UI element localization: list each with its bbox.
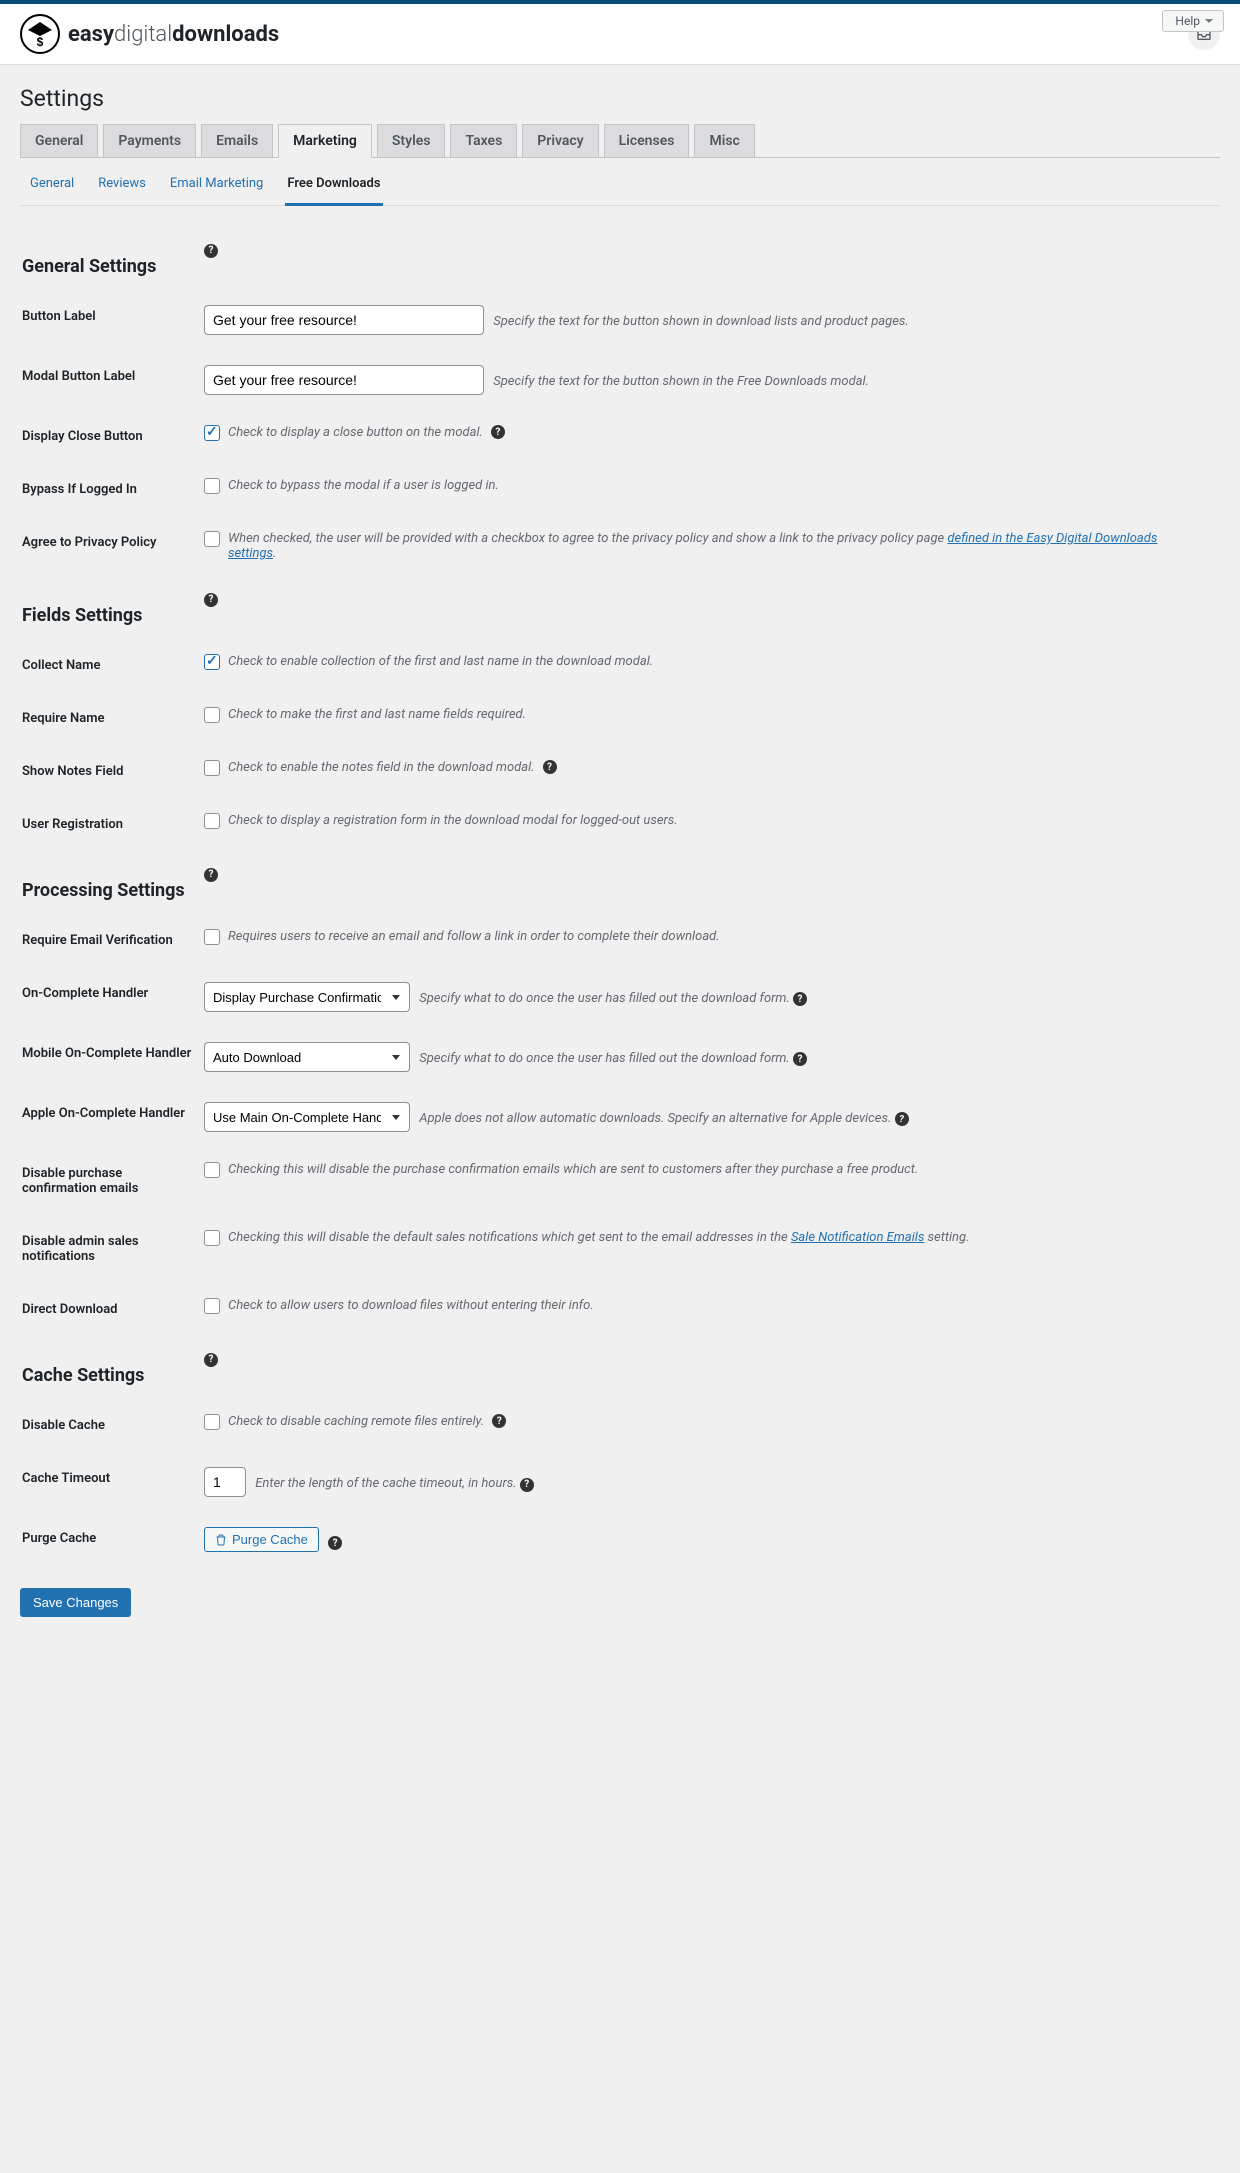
- help-icon[interactable]: ?: [520, 1478, 534, 1492]
- tab-payments[interactable]: Payments: [103, 124, 196, 157]
- help-icon[interactable]: ?: [204, 593, 218, 607]
- svg-text:$: $: [37, 35, 44, 49]
- label-collect-name: Collect Name: [22, 640, 202, 691]
- button-label-desc: Specify the text for the button shown in…: [493, 314, 909, 329]
- label-display-close: Display Close Button: [22, 411, 202, 462]
- help-button[interactable]: Help: [1162, 10, 1224, 32]
- modal-button-label-desc: Specify the text for the button shown in…: [493, 374, 869, 389]
- require-name-checkbox[interactable]: [204, 707, 220, 723]
- disable-purchase-email-desc: Checking this will disable the purchase …: [228, 1162, 918, 1177]
- section-cache: Cache Settings: [22, 1365, 144, 1386]
- label-purge-cache: Purge Cache: [22, 1513, 202, 1566]
- notes-field-desc: Check to enable the notes field in the d…: [228, 760, 535, 775]
- page-title: Settings: [20, 85, 1220, 112]
- label-apple-on-complete: Apple On-Complete Handler: [22, 1088, 202, 1146]
- agree-privacy-desc: When checked, the user will be provided …: [228, 531, 1208, 561]
- sale-notification-link[interactable]: Sale Notification Emails: [791, 1230, 924, 1245]
- label-direct-download: Direct Download: [22, 1284, 202, 1335]
- section-fields: Fields Settings: [22, 605, 142, 626]
- tab-styles[interactable]: Styles: [377, 124, 446, 157]
- help-icon[interactable]: ?: [543, 760, 557, 774]
- cache-timeout-desc: Enter the length of the cache timeout, i…: [255, 1476, 516, 1491]
- logo: $ easydigitaldownloads: [20, 14, 279, 54]
- collect-name-checkbox[interactable]: [204, 654, 220, 670]
- label-disable-cache: Disable Cache: [22, 1400, 202, 1451]
- require-email-desc: Requires users to receive an email and f…: [228, 929, 720, 944]
- direct-download-desc: Check to allow users to download files w…: [228, 1298, 594, 1313]
- section-processing: Processing Settings: [22, 880, 185, 901]
- disable-cache-checkbox[interactable]: [204, 1414, 220, 1430]
- label-mobile-on-complete: Mobile On-Complete Handler: [22, 1028, 202, 1086]
- on-complete-select[interactable]: Display Purchase Confirmation: [204, 982, 410, 1012]
- user-reg-checkbox[interactable]: [204, 813, 220, 829]
- mobile-on-complete-select[interactable]: Auto Download: [204, 1042, 410, 1072]
- mobile-on-complete-desc: Specify what to do once the user has fil…: [419, 1051, 790, 1066]
- bypass-logged-checkbox[interactable]: [204, 478, 220, 494]
- notes-field-checkbox[interactable]: [204, 760, 220, 776]
- tab-licenses[interactable]: Licenses: [604, 124, 690, 157]
- on-complete-desc: Specify what to do once the user has fil…: [419, 991, 790, 1006]
- agree-privacy-checkbox[interactable]: [204, 531, 220, 547]
- help-icon[interactable]: ?: [492, 1414, 506, 1428]
- tab-marketing[interactable]: Marketing: [278, 124, 372, 158]
- bypass-logged-desc: Check to bypass the modal if a user is l…: [228, 478, 499, 493]
- label-button-label: Button Label: [22, 291, 202, 349]
- save-changes-button[interactable]: Save Changes: [20, 1588, 131, 1617]
- purge-cache-button[interactable]: Purge Cache: [204, 1527, 319, 1552]
- tab-general[interactable]: General: [20, 124, 98, 157]
- tab-privacy[interactable]: Privacy: [522, 124, 598, 157]
- apple-on-complete-select[interactable]: Use Main On-Complete Handler: [204, 1102, 410, 1132]
- logo-text: easydigitaldownloads: [68, 22, 279, 47]
- help-label: Help: [1175, 14, 1200, 28]
- help-icon[interactable]: ?: [204, 244, 218, 258]
- disable-admin-notif-desc: Checking this will disable the default s…: [228, 1230, 969, 1245]
- subtab-free-downloads[interactable]: Free Downloads: [285, 170, 382, 206]
- direct-download-checkbox[interactable]: [204, 1298, 220, 1314]
- sub-tabs: General Reviews Email Marketing Free Dow…: [20, 158, 1220, 206]
- cache-timeout-input[interactable]: [204, 1467, 246, 1497]
- display-close-checkbox[interactable]: [204, 425, 220, 441]
- tab-misc[interactable]: Misc: [694, 124, 754, 157]
- help-icon[interactable]: ?: [491, 425, 505, 439]
- label-require-email: Require Email Verification: [22, 915, 202, 966]
- tab-emails[interactable]: Emails: [201, 124, 273, 157]
- section-general: General Settings: [22, 256, 156, 277]
- require-email-checkbox[interactable]: [204, 929, 220, 945]
- label-disable-admin-notif: Disable admin sales notifications: [22, 1216, 202, 1282]
- label-user-reg: User Registration: [22, 799, 202, 850]
- primary-tabs: General Payments Emails Marketing Styles…: [20, 124, 1220, 158]
- button-label-input[interactable]: [204, 305, 484, 335]
- label-require-name: Require Name: [22, 693, 202, 744]
- disable-admin-notif-checkbox[interactable]: [204, 1230, 220, 1246]
- label-cache-timeout: Cache Timeout: [22, 1453, 202, 1511]
- subtab-reviews[interactable]: Reviews: [96, 170, 148, 205]
- help-icon[interactable]: ?: [793, 1052, 807, 1066]
- subtab-email-marketing[interactable]: Email Marketing: [168, 170, 265, 205]
- user-reg-desc: Check to display a registration form in …: [228, 813, 678, 828]
- help-icon[interactable]: ?: [793, 992, 807, 1006]
- label-bypass-logged: Bypass If Logged In: [22, 464, 202, 515]
- label-disable-purchase-email: Disable purchase confirmation emails: [22, 1148, 202, 1214]
- modal-button-label-input[interactable]: [204, 365, 484, 395]
- label-agree-privacy: Agree to Privacy Policy: [22, 517, 202, 575]
- tab-taxes[interactable]: Taxes: [450, 124, 517, 157]
- label-on-complete: On-Complete Handler: [22, 968, 202, 1026]
- help-icon[interactable]: ?: [328, 1536, 342, 1550]
- display-close-desc: Check to display a close button on the m…: [228, 425, 483, 440]
- subtab-general[interactable]: General: [28, 170, 76, 205]
- chevron-down-icon: [1205, 19, 1213, 23]
- disable-purchase-email-checkbox[interactable]: [204, 1162, 220, 1178]
- header-bar: $ easydigitaldownloads Help: [0, 4, 1240, 65]
- help-icon[interactable]: ?: [204, 868, 218, 882]
- logo-icon: $: [20, 14, 60, 54]
- disable-cache-desc: Check to disable caching remote files en…: [228, 1414, 484, 1429]
- label-notes-field: Show Notes Field: [22, 746, 202, 797]
- apple-on-complete-desc: Apple does not allow automatic downloads…: [419, 1111, 908, 1126]
- collect-name-desc: Check to enable collection of the first …: [228, 654, 653, 669]
- trash-icon: [215, 1534, 227, 1546]
- label-modal-button-label: Modal Button Label: [22, 351, 202, 409]
- help-icon[interactable]: ?: [895, 1112, 909, 1126]
- require-name-desc: Check to make the first and last name fi…: [228, 707, 526, 722]
- help-icon[interactable]: ?: [204, 1353, 218, 1367]
